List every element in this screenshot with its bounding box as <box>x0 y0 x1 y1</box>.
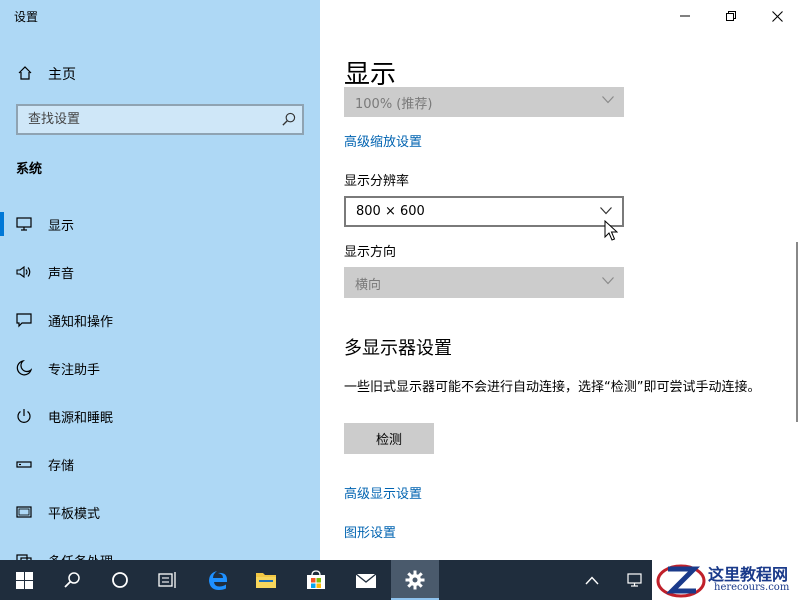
orientation-value: 横向 <box>355 278 382 293</box>
advanced-scaling-link[interactable]: 高级缩放设置 <box>344 131 422 150</box>
scale-value: 100% (推荐) <box>355 97 433 112</box>
sidebar-item-notifications[interactable]: 通知和操作 <box>0 300 320 340</box>
sidebar-item-label: 存储 <box>48 459 75 474</box>
advanced-display-link[interactable]: 高级显示设置 <box>344 483 422 502</box>
sidebar: 设置 主页 系统 显示 声音 通知和操作 <box>0 0 320 560</box>
sidebar-item-label: 多任务处理 <box>48 551 113 560</box>
search-icon[interactable] <box>281 112 296 127</box>
scrollbar[interactable] <box>796 242 798 422</box>
sidebar-item-sound[interactable]: 声音 <box>0 252 320 292</box>
show-hidden-icons-button[interactable] <box>568 560 616 600</box>
mail-app-button[interactable] <box>342 560 390 600</box>
watermark-url: herecours.com <box>714 582 790 593</box>
network-icon <box>627 573 642 587</box>
mail-envelope-icon <box>355 573 377 588</box>
resolution-dropdown[interactable]: 800 × 600 <box>344 196 624 227</box>
sidebar-item-storage[interactable]: 存储 <box>0 444 320 484</box>
close-button[interactable] <box>754 0 800 32</box>
restore-button[interactable] <box>708 0 754 32</box>
watermark-logo: 这里教程网 herecours.com <box>652 558 800 600</box>
tablet-icon <box>16 506 32 518</box>
store-app-button[interactable] <box>292 560 340 600</box>
moon-icon <box>16 360 32 376</box>
sidebar-item-label: 电源和睡眠 <box>48 411 114 426</box>
gear-icon <box>405 570 425 590</box>
sidebar-item-display[interactable]: 显示 <box>0 204 320 244</box>
sidebar-item-focus-assist[interactable]: 专注助手 <box>0 348 320 388</box>
file-explorer-button[interactable] <box>242 560 290 600</box>
sidebar-item-multitasking[interactable]: 多任务处理 <box>0 540 320 560</box>
detect-button[interactable]: 检测 <box>344 423 434 454</box>
page-title: 显示 <box>344 60 397 90</box>
cortana-circle-icon <box>112 572 128 588</box>
taskbar-search-button[interactable] <box>48 560 96 600</box>
sidebar-item-tablet-mode[interactable]: 平板模式 <box>0 492 320 532</box>
sidebar-item-label: 主页 <box>48 67 76 83</box>
chevron-down-icon <box>600 207 612 215</box>
network-tray-button[interactable] <box>616 560 656 600</box>
mouse-cursor-icon <box>604 220 618 241</box>
message-icon <box>16 313 32 328</box>
sidebar-item-label: 专注助手 <box>48 363 101 378</box>
sidebar-item-label: 显示 <box>48 219 75 234</box>
search-box[interactable] <box>16 104 304 135</box>
settings-app-button[interactable] <box>391 560 439 600</box>
sidebar-item-label: 平板模式 <box>48 507 101 522</box>
multi-display-description: 一些旧式显示器可能不会进行自动连接，选择“检测”即可尝试手动连接。 <box>344 380 761 395</box>
restore-icon <box>726 11 736 21</box>
sidebar-item-label: 通知和操作 <box>48 315 114 330</box>
storage-icon <box>16 461 32 468</box>
watermark-z-logo-icon <box>656 564 706 598</box>
search-icon <box>64 572 80 588</box>
windows-logo-icon <box>15 571 33 589</box>
orientation-dropdown[interactable]: 横向 <box>344 267 624 298</box>
orientation-label: 显示方向 <box>344 245 397 260</box>
edge-browser-icon <box>209 571 227 590</box>
minimize-icon <box>680 15 690 17</box>
edge-app-button[interactable] <box>194 560 242 600</box>
active-indicator <box>0 212 4 236</box>
multitask-icon <box>16 554 32 560</box>
chevron-down-icon <box>602 96 614 104</box>
sidebar-item-label: 声音 <box>48 267 75 282</box>
section-title: 系统 <box>16 162 43 177</box>
resolution-label: 显示分辨率 <box>344 174 410 189</box>
home-icon <box>18 66 32 80</box>
chevron-up-icon <box>585 575 599 584</box>
power-icon <box>17 409 31 423</box>
cortana-button[interactable] <box>96 560 144 600</box>
minimize-button[interactable] <box>662 0 708 32</box>
main-content: 显示 100% (推荐) 高级缩放设置 显示分辨率 800 × 600 显示方向… <box>320 0 800 560</box>
monitor-icon <box>16 217 32 231</box>
sidebar-item-power-sleep[interactable]: 电源和睡眠 <box>0 396 320 436</box>
speaker-icon <box>16 265 31 279</box>
sidebar-item-home[interactable]: 主页 <box>0 60 320 86</box>
task-view-icon <box>158 572 176 588</box>
task-view-button[interactable] <box>144 560 192 600</box>
resolution-value: 800 × 600 <box>356 204 425 219</box>
folder-icon <box>256 573 276 588</box>
search-input[interactable] <box>18 106 268 133</box>
app-title: 设置 <box>14 10 39 24</box>
scale-dropdown[interactable]: 100% (推荐) <box>344 87 624 117</box>
multi-display-heading: 多显示器设置 <box>344 338 452 359</box>
graphics-settings-link[interactable]: 图形设置 <box>344 522 396 541</box>
store-bag-icon <box>307 570 325 589</box>
close-icon <box>771 10 783 22</box>
start-button[interactable] <box>0 560 48 600</box>
chevron-down-icon <box>602 277 614 285</box>
